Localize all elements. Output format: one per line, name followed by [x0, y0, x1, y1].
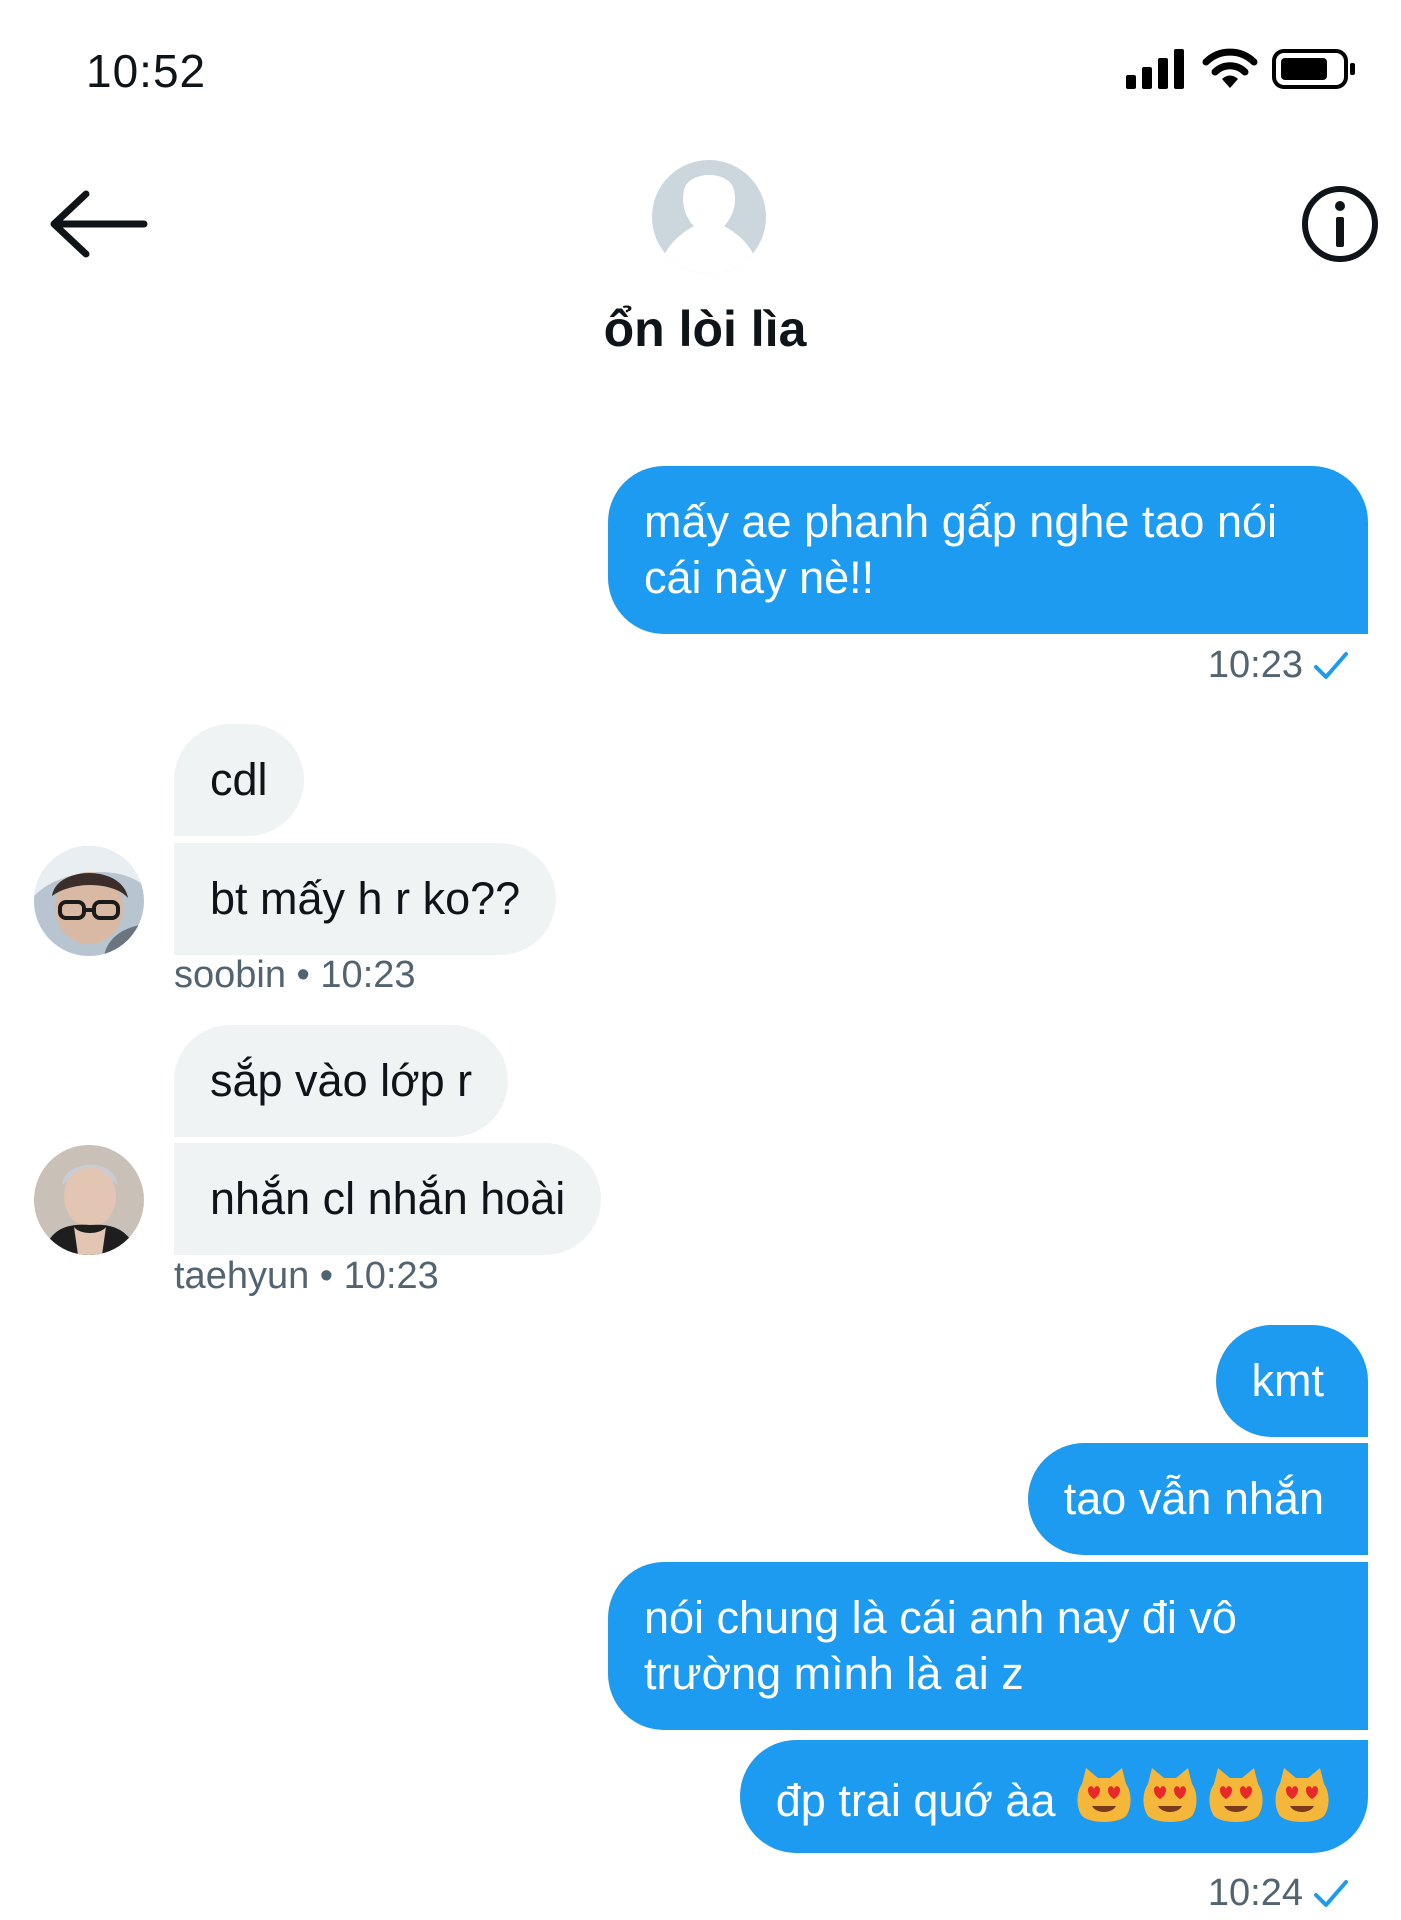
default-avatar-icon	[652, 160, 766, 274]
status-icons	[1126, 48, 1356, 90]
message-bubble-outgoing[interactable]: tao vẫn nhắn	[1027, 1443, 1368, 1555]
message-text: nói chung là cái anh nay đi vô trường mì…	[644, 1592, 1237, 1699]
avatar-photo	[34, 846, 144, 956]
message-meta: 10:24	[1208, 1872, 1349, 1915]
back-arrow-icon[interactable]	[44, 184, 154, 264]
message-text: sắp vào lớp r	[210, 1055, 473, 1106]
message-text: đp trai quớ àa	[775, 1775, 1056, 1826]
heart-eyes-cat-icon	[1077, 1768, 1131, 1822]
message-meta: soobin • 10:23	[174, 954, 416, 997]
group-avatar[interactable]	[652, 160, 766, 274]
message-text: bt mấy h r ko??	[210, 873, 521, 924]
message-bubble-outgoing[interactable]: kmt	[1215, 1325, 1368, 1437]
message-bubble-incoming[interactable]: bt mấy h r ko??	[174, 843, 557, 955]
message-text: tao vẫn nhắn	[1063, 1473, 1324, 1524]
message-meta: 10:23	[1208, 644, 1349, 687]
message-text: cdl	[210, 754, 268, 805]
message-meta: taehyun • 10:23	[174, 1255, 439, 1298]
message-text: nhắn cl nhắn hoài	[210, 1173, 566, 1224]
conversation-title: ổn lòi lìa	[603, 301, 807, 357]
signal-icon	[1126, 49, 1184, 89]
read-check-icon	[1314, 1879, 1348, 1907]
meta-separator: •	[296, 954, 310, 996]
read-check-icon	[1314, 651, 1348, 679]
message-bubble-incoming[interactable]: cdl	[174, 724, 304, 836]
avatar-photo	[34, 1145, 144, 1255]
message-time: 10:23	[1207, 644, 1303, 686]
message-time: 10:23	[320, 954, 416, 996]
heart-eyes-cat-icon	[1143, 1768, 1197, 1822]
message-text: kmt	[1251, 1355, 1325, 1406]
message-text: mấy ae phanh gấp nghe tao nói cái này nè…	[644, 496, 1278, 603]
wifi-icon	[1202, 48, 1258, 88]
heart-eyes-cat-icon	[1275, 1768, 1329, 1822]
sender-avatar-soobin[interactable]	[34, 846, 144, 956]
meta-separator: •	[319, 1255, 334, 1297]
sender-avatar-taehyun[interactable]	[34, 1145, 144, 1255]
message-time: 10:24	[1207, 1872, 1303, 1914]
message-bubble-incoming[interactable]: sắp vào lớp r	[174, 1025, 509, 1137]
emoji-group	[1068, 1768, 1332, 1826]
battery-icon	[1272, 49, 1355, 89]
heart-eyes-cat-icon	[1209, 1768, 1263, 1822]
sender-name: taehyun	[174, 1255, 310, 1297]
message-bubble-outgoing[interactable]: đp trai quớ àa	[739, 1740, 1368, 1853]
info-icon[interactable]	[1300, 184, 1380, 264]
message-bubble-incoming[interactable]: nhắn cl nhắn hoài	[174, 1143, 602, 1255]
message-bubble-outgoing[interactable]: mấy ae phanh gấp nghe tao nói cái này nè…	[608, 466, 1368, 634]
message-bubble-outgoing[interactable]: nói chung là cái anh nay đi vô trường mì…	[608, 1562, 1368, 1730]
message-time: 10:23	[343, 1255, 439, 1297]
sender-name: soobin	[174, 954, 286, 996]
status-time: 10:52	[86, 45, 207, 97]
